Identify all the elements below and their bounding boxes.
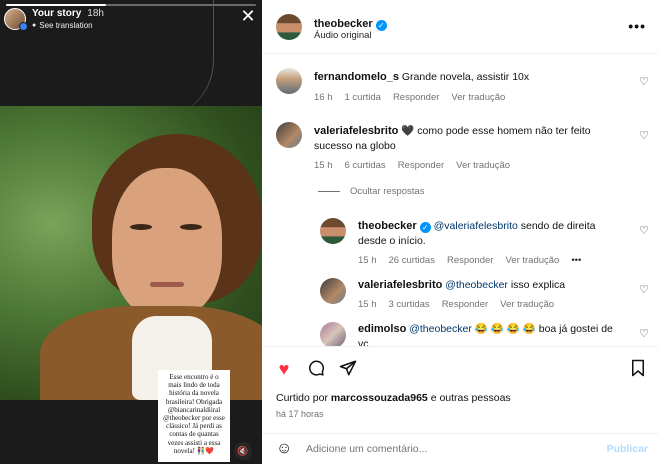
story-title: Your story bbox=[32, 8, 82, 19]
actor-mouth bbox=[150, 282, 184, 287]
like-comment-icon[interactable]: ♡ bbox=[638, 328, 650, 340]
story-header: Your story 18h ● See translation bbox=[4, 8, 104, 31]
comment-icon[interactable] bbox=[306, 359, 326, 379]
translate-icon: ● bbox=[32, 22, 37, 29]
reply-text: 😂 😂 😂 😂 boa já gostei de bbox=[474, 323, 613, 335]
actor-face bbox=[112, 168, 222, 318]
video-frame bbox=[0, 106, 262, 400]
muted-speaker-icon[interactable]: 🔇 bbox=[234, 442, 252, 460]
reply-item: edimolso @theobecker 😂 😂 😂 😂 boa já gost… bbox=[262, 0, 658, 346]
actor-right-eye bbox=[180, 224, 202, 230]
publish-button[interactable]: Publicar bbox=[607, 443, 648, 455]
post-actions-bar: ♥ Curtido por marcossouzada965 e outras … bbox=[262, 346, 658, 464]
liked-heart-icon[interactable]: ♥ bbox=[274, 359, 294, 379]
close-icon[interactable]: ✕ bbox=[240, 7, 256, 25]
story-avatar[interactable] bbox=[4, 8, 28, 31]
bookmark-icon[interactable] bbox=[628, 359, 648, 379]
commenter-avatar[interactable] bbox=[320, 322, 346, 346]
reply-mention[interactable]: @theobecker bbox=[409, 323, 472, 335]
story-time: 18h bbox=[87, 8, 104, 19]
comment-input[interactable] bbox=[306, 443, 556, 455]
add-story-dot-icon bbox=[19, 22, 28, 31]
story-caption-sticker: Esse encontro é o mais lindo de toda his… bbox=[158, 370, 230, 462]
reply-text-cont: vc bbox=[358, 338, 369, 346]
post-time: há 17 horas bbox=[276, 409, 324, 419]
share-icon[interactable] bbox=[338, 359, 358, 379]
reply-username[interactable]: edimolso bbox=[358, 323, 406, 335]
comment-composer: ☺ Publicar bbox=[262, 433, 658, 464]
comments-panel: theobecker ✓ Áudio original ••• fernandom… bbox=[262, 0, 658, 464]
emoji-icon[interactable]: ☺ bbox=[276, 440, 294, 458]
story-progress-bar bbox=[6, 4, 256, 6]
liked-by-text: Curtido por marcossouzada965 e outras pe… bbox=[276, 392, 511, 404]
story-media-panel[interactable]: Your story 18h ● See translation ✕ Esse … bbox=[0, 0, 262, 464]
instagram-post-viewer: Your story 18h ● See translation ✕ Esse … bbox=[0, 0, 658, 464]
background-cable bbox=[144, 0, 214, 120]
story-progress-fill bbox=[6, 4, 106, 6]
liked-by-user[interactable]: marcossouzada965 bbox=[331, 392, 428, 404]
see-translation-link[interactable]: ● See translation bbox=[32, 21, 104, 30]
actor-left-eye bbox=[130, 224, 152, 230]
